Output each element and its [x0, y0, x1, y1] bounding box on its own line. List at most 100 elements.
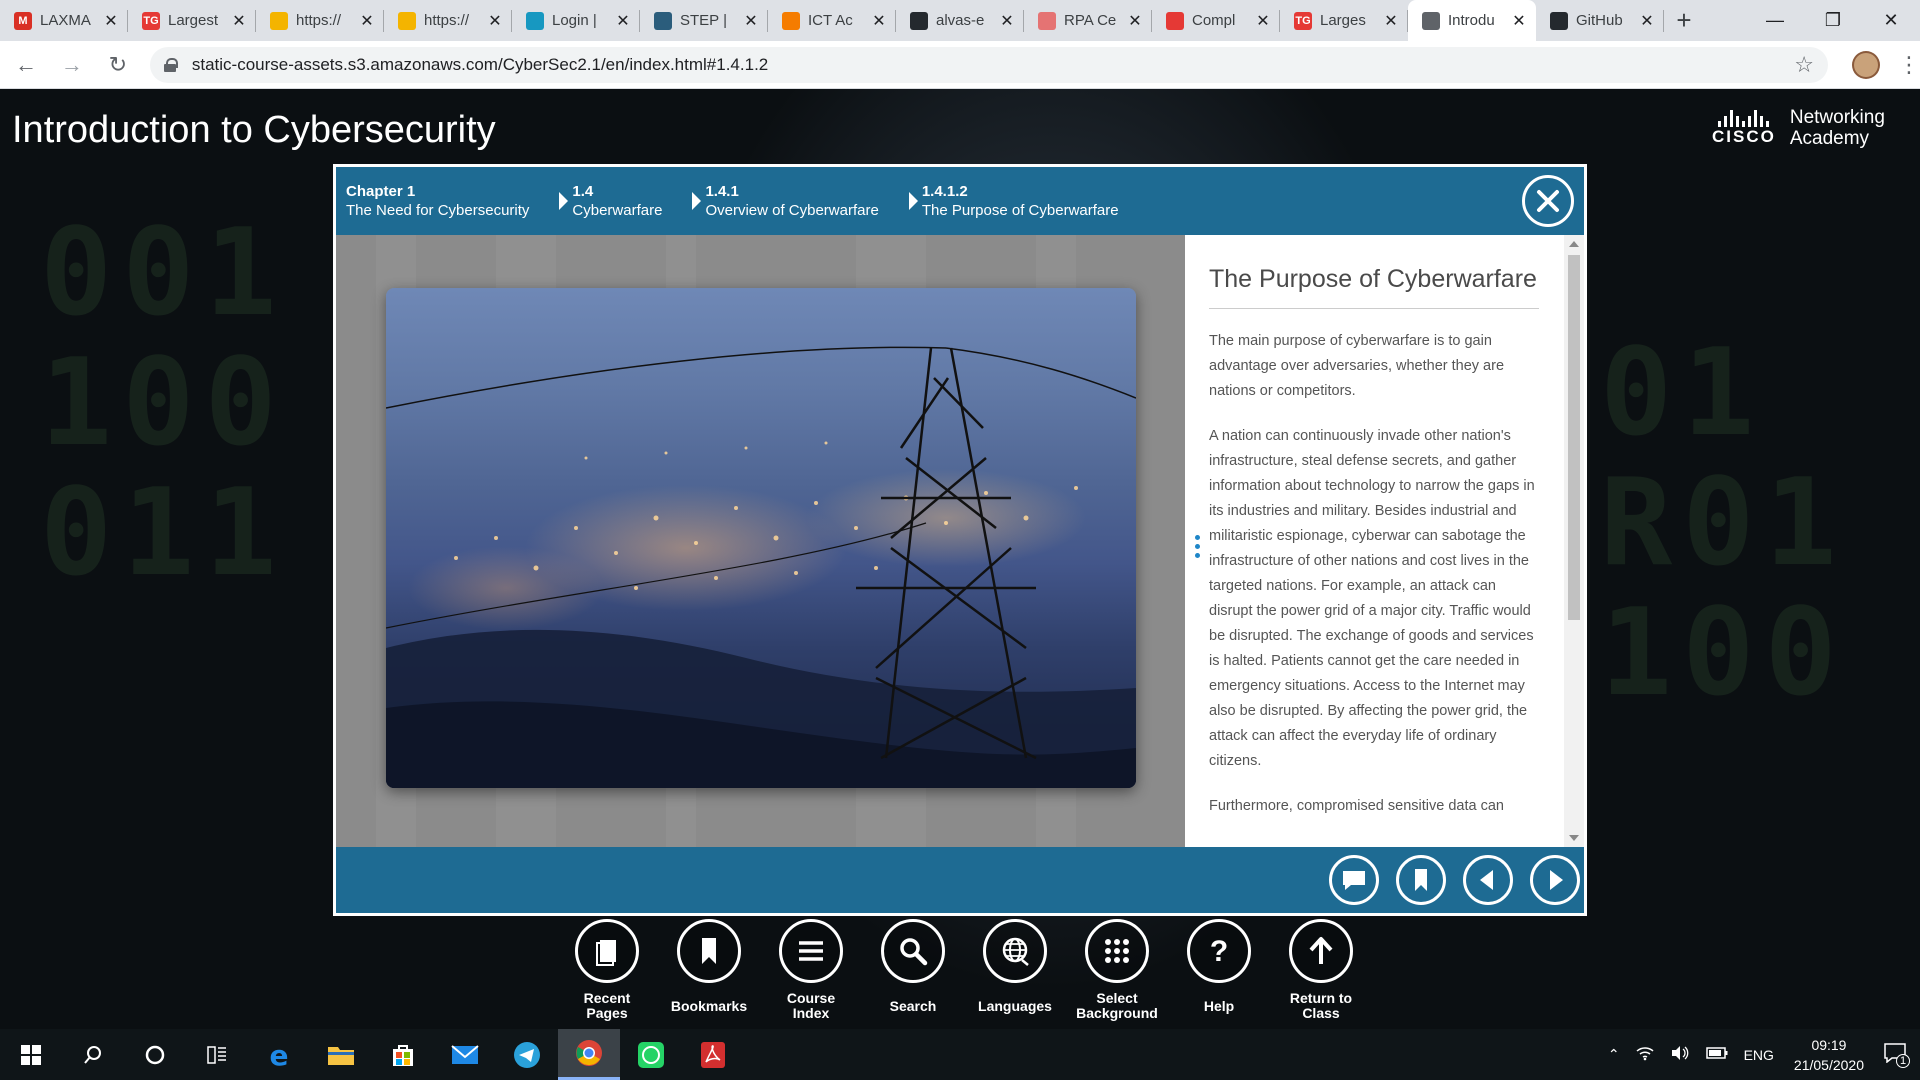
close-tab-icon[interactable]: ✕	[998, 11, 1016, 31]
store-app[interactable]	[372, 1029, 434, 1080]
whatsapp-app[interactable]	[620, 1029, 682, 1080]
acrobat-icon	[701, 1041, 725, 1068]
cisco-networking-academy-logo[interactable]: CISCO Networking Academy	[1712, 107, 1885, 149]
taskbar-search-button[interactable]	[62, 1029, 124, 1080]
restore-button[interactable]: ❐	[1804, 0, 1862, 41]
breadcrumb-topic[interactable]: 1.4.1 Overview of Cyberwarfare	[705, 182, 878, 220]
clock-date: 21/05/2020	[1793, 1056, 1864, 1073]
forward-button[interactable]: →	[52, 45, 92, 85]
browser-tab[interactable]: Compl ✕	[1152, 0, 1280, 41]
modal-footer	[336, 847, 1584, 913]
text-scrollbar[interactable]	[1564, 235, 1584, 847]
browser-tab[interactable]: alvas-e ✕	[896, 0, 1024, 41]
address-bar[interactable]: static-course-assets.s3.amazonaws.com/Cy…	[149, 46, 1829, 83]
breadcrumb-page[interactable]: 1.4.1.2 The Purpose of Cyberwarfare	[922, 182, 1119, 220]
scroll-down-icon[interactable]	[1569, 835, 1579, 841]
previous-page-button[interactable]	[1463, 855, 1513, 905]
bookmarks-icon	[702, 938, 716, 964]
browser-tab[interactable]: RPA Ce ✕	[1024, 0, 1152, 41]
text-panel[interactable]: The Purpose of Cyberwarfare The main pur…	[1185, 235, 1584, 847]
browser-tab[interactable]: https:// ✕	[256, 0, 384, 41]
close-tab-icon[interactable]: ✕	[1382, 11, 1400, 31]
store-icon	[393, 1044, 413, 1066]
acrobat-app[interactable]	[682, 1029, 744, 1080]
chrome-app[interactable]	[558, 1029, 620, 1080]
browser-tab[interactable]: TG Largest ✕	[128, 0, 256, 41]
close-modal-button[interactable]	[1522, 175, 1574, 227]
close-tab-icon[interactable]: ✕	[102, 11, 120, 31]
close-tab-icon[interactable]: ✕	[870, 11, 888, 31]
reload-button[interactable]: ↻	[98, 45, 138, 85]
clock[interactable]: 09:19 21/05/2020	[1794, 1035, 1864, 1075]
bookmark-star-icon[interactable]: ☆	[1794, 52, 1814, 78]
close-tab-icon[interactable]: ✕	[1254, 11, 1272, 31]
edge-app[interactable]: e	[248, 1029, 310, 1080]
new-tab-button[interactable]: +	[1664, 0, 1704, 41]
tab-title: Introdu	[1448, 12, 1495, 29]
telegram-icon	[514, 1041, 540, 1068]
dock-help[interactable]: ? Help	[1168, 919, 1270, 1021]
window-controls: — ❐ ✕	[1746, 0, 1920, 41]
content-title: The Purpose of Cyberwarfare	[1209, 265, 1539, 309]
browser-tab[interactable]: ICT Ac ✕	[768, 0, 896, 41]
url-text[interactable]: static-course-assets.s3.amazonaws.com/Cy…	[192, 55, 1794, 75]
close-tab-icon[interactable]: ✕	[614, 11, 632, 31]
svg-text:e: e	[270, 1041, 289, 1069]
next-page-button[interactable]	[1530, 855, 1580, 905]
scroll-up-icon[interactable]	[1569, 241, 1579, 247]
close-tab-icon[interactable]: ✕	[1126, 11, 1144, 31]
browser-tab[interactable]: GitHub ✕	[1536, 0, 1664, 41]
breadcrumb-chapter[interactable]: Chapter 1 The Need for Cybersecurity	[336, 182, 529, 220]
close-tab-icon[interactable]: ✕	[358, 11, 376, 31]
language-indicator[interactable]: ENG	[1744, 1047, 1774, 1063]
step-icon	[654, 11, 672, 30]
close-tab-icon[interactable]: ✕	[486, 11, 504, 31]
dock-select-background[interactable]: Select Background	[1066, 919, 1168, 1021]
telegram-app[interactable]	[496, 1029, 558, 1080]
browser-tab[interactable]: M LAXMA ✕	[0, 0, 128, 41]
photo-illustration	[386, 346, 1136, 788]
close-tab-icon[interactable]: ✕	[230, 11, 248, 31]
tab-title: https://	[424, 12, 470, 29]
windows-start-button[interactable]	[0, 1029, 62, 1080]
browser-tab[interactable]: https:// ✕	[384, 0, 512, 41]
comment-button[interactable]	[1329, 855, 1379, 905]
file-explorer-app[interactable]	[310, 1029, 372, 1080]
mail-app[interactable]	[434, 1029, 496, 1080]
gmail-icon: M	[14, 11, 32, 30]
volume-icon[interactable]	[1670, 1045, 1690, 1064]
browser-tab[interactable]: STEP | ✕	[640, 0, 768, 41]
profile-avatar[interactable]	[1852, 50, 1880, 79]
dock-languages[interactable]: Languages	[964, 919, 1066, 1021]
close-tab-icon[interactable]: ✕	[742, 11, 760, 31]
wifi-icon[interactable]	[1636, 1045, 1654, 1064]
close-window-button[interactable]: ✕	[1862, 0, 1920, 41]
minimize-button[interactable]: —	[1746, 0, 1804, 41]
menu-icon[interactable]: ⋮	[1898, 52, 1920, 78]
browser-tab[interactable]: Login | ✕	[512, 0, 640, 41]
bookmark-button[interactable]	[1396, 855, 1446, 905]
dock-search[interactable]: Search	[862, 919, 964, 1021]
battery-icon[interactable]	[1705, 1046, 1728, 1063]
dock-bookmarks[interactable]: Bookmarks	[658, 919, 760, 1021]
tab-title: Largest	[168, 12, 219, 29]
task-view-button[interactable]	[186, 1029, 248, 1080]
cortana-button[interactable]	[124, 1029, 186, 1080]
breadcrumb-arrow-icon	[559, 192, 569, 210]
next-icon	[1550, 870, 1563, 890]
browser-tab[interactable]: TG Larges ✕	[1280, 0, 1408, 41]
back-button[interactable]: ←	[6, 45, 46, 85]
close-tab-icon[interactable]: ✕	[1638, 11, 1656, 31]
dock-return-to-class[interactable]: Return to Class	[1270, 919, 1372, 1021]
dock-recent-pages[interactable]: Recent Pages	[556, 919, 658, 1021]
breadcrumb-section[interactable]: 1.4 Cyberwarfare	[572, 182, 662, 220]
show-hidden-icons-icon[interactable]: ⌃	[1608, 1046, 1620, 1063]
dock-course-index[interactable]: Course Index	[760, 919, 862, 1021]
scroll-thumb[interactable]	[1568, 255, 1580, 620]
browser-tab[interactable]: Introdu ✕	[1408, 0, 1536, 41]
drag-handle-icon[interactable]	[1195, 535, 1201, 562]
close-tab-icon[interactable]: ✕	[1510, 11, 1528, 31]
notifications-button[interactable]: 1	[1884, 1043, 1910, 1068]
ict-icon	[782, 11, 800, 30]
search-icon	[900, 938, 928, 966]
